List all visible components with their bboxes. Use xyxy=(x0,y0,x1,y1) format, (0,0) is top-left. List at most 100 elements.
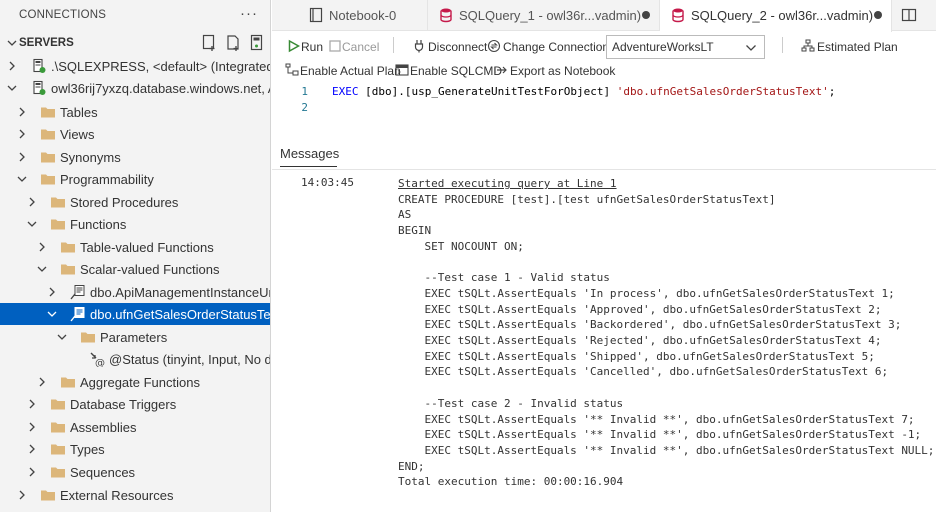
tree-item-programmability[interactable]: Programmability xyxy=(0,168,270,190)
chevron-right-icon xyxy=(19,152,25,162)
unsaved-dot-icon[interactable] xyxy=(642,11,650,19)
cancel-button[interactable]: Cancel xyxy=(328,37,380,57)
cancel-label: Cancel xyxy=(342,40,380,54)
database-select[interactable]: AdventureWorksLT xyxy=(606,35,765,59)
stop-icon xyxy=(329,40,341,52)
chevron-right-icon xyxy=(19,490,25,500)
estimated-plan-label: Estimated Plan xyxy=(817,40,898,54)
tree-item-sqlexpress-server[interactable]: .\SQLEXPRESS, <default> (Integrated) xyxy=(0,55,270,77)
servers-section-header[interactable]: SERVERS xyxy=(0,33,270,55)
estimated-plan-button[interactable]: Estimated Plan xyxy=(801,37,898,57)
tree-item-azure-server[interactable]: owl36rij7yxzq.database.windows.net, A... xyxy=(0,77,271,99)
tree-item-label: Stored Procedures xyxy=(70,195,179,210)
toolbar-divider xyxy=(393,37,394,53)
play-icon xyxy=(288,39,301,53)
chevron-down-icon xyxy=(7,40,17,46)
code-text: ; xyxy=(828,85,836,98)
tree-item-types[interactable]: Types xyxy=(0,438,270,460)
tree-item-label: dbo.ufnGetSalesOrderStatusText xyxy=(90,307,271,322)
chevron-down-icon xyxy=(57,334,67,340)
enable-sqlcmd-label: Enable SQLCMD xyxy=(410,64,503,78)
enable-sqlcmd-button[interactable]: Enable SQLCMD xyxy=(395,61,502,81)
run-button[interactable]: Run xyxy=(287,37,323,57)
tree-item-synonyms[interactable]: Synonyms xyxy=(0,146,270,168)
tree-item-label: Views xyxy=(60,127,95,142)
tree-item-parameters[interactable]: Parameters xyxy=(0,326,270,348)
new-server-group-icon[interactable] xyxy=(249,34,265,52)
tree-item-status-parameter[interactable]: @ @Status (tinyint, Input, No d... xyxy=(0,348,270,370)
tree-item-assemblies[interactable]: Assemblies xyxy=(0,416,270,438)
line-number: 1 xyxy=(301,85,308,98)
tree-item-label: Functions xyxy=(70,217,127,232)
code-text: [dbo].[usp_GenerateUnitTestForObject] xyxy=(358,85,617,98)
tree-item-views[interactable]: Views xyxy=(0,123,270,145)
code-string: 'dbo.ufnGetSalesOrderStatusText' xyxy=(616,85,829,98)
messages-title: Messages xyxy=(280,146,340,161)
tree-item-aggregate-functions[interactable]: Aggregate Functions xyxy=(0,371,270,393)
change-connection-icon xyxy=(487,39,501,53)
database-select-value: AdventureWorksLT xyxy=(612,40,714,54)
folder-icon xyxy=(51,467,65,478)
server-icon xyxy=(33,80,46,95)
disconnect-label: Disconnect xyxy=(428,40,488,54)
enable-actual-plan-button[interactable]: Enable Actual Plan xyxy=(285,61,401,81)
tree-item-scalar-valued-functions[interactable]: Scalar-valued Functions xyxy=(0,258,270,280)
function-icon xyxy=(70,285,85,300)
disconnect-button[interactable]: Disconnect xyxy=(412,37,488,57)
new-query-icon[interactable] xyxy=(201,34,217,52)
tree-item-table-valued-functions[interactable]: Table-valued Functions xyxy=(0,236,270,258)
chevron-right-icon xyxy=(29,467,35,477)
tree-item-ufn-get-sales-order-status-text[interactable]: dbo.ufnGetSalesOrderStatusText xyxy=(0,303,271,325)
export-notebook-button[interactable]: Export as Notebook xyxy=(494,61,615,81)
change-connection-button[interactable]: Change Connection xyxy=(487,37,609,57)
tree-item-stored-procedures[interactable]: Stored Procedures xyxy=(0,191,270,213)
chevron-right-icon xyxy=(39,242,45,252)
tree-item-external-resources[interactable]: External Resources xyxy=(0,484,270,506)
split-editor-icon[interactable] xyxy=(901,7,917,23)
tree-item-label: Assemblies xyxy=(70,420,137,435)
chevron-down-icon xyxy=(47,311,57,317)
folder-icon xyxy=(51,219,65,230)
parameter-icon: @ xyxy=(90,352,105,367)
code-editor[interactable]: 1 2 EXEC [dbo].[usp_GenerateUnitTestForO… xyxy=(272,83,936,133)
connections-title: CONNECTIONS xyxy=(19,9,107,21)
svg-text:@: @ xyxy=(95,358,105,367)
tree-item-database-triggers[interactable]: Database Triggers xyxy=(0,393,270,415)
chevron-down-icon xyxy=(7,85,17,91)
tab-label: Notebook-0 xyxy=(329,8,397,23)
tab-notebook-0[interactable]: Notebook-0 xyxy=(298,0,428,31)
chevron-right-icon xyxy=(9,61,15,71)
chevron-down-icon xyxy=(746,45,756,51)
folder-icon xyxy=(41,107,55,118)
tab-sqlquery-1[interactable]: SQLQuery_1 - owl36r...vadmin) xyxy=(428,0,660,31)
messages-tab[interactable]: Messages xyxy=(280,146,340,167)
chevron-right-icon xyxy=(19,129,25,139)
sqlcmd-icon xyxy=(395,64,409,76)
tree-item-label: owl36rij7yxzq.database.windows.net, A... xyxy=(51,81,271,96)
enable-actual-plan-label: Enable Actual Plan xyxy=(300,64,401,78)
folder-icon xyxy=(81,332,95,343)
tree-item-label: Tables xyxy=(60,105,98,120)
folder-icon xyxy=(61,264,75,275)
tab-bar: Notebook-0 SQLQuery_1 - owl36r...vadmin)… xyxy=(272,0,936,32)
tree-item-tables[interactable]: Tables xyxy=(0,101,270,123)
message-timestamp: 14:03:45 xyxy=(301,176,354,189)
code-keyword: EXEC xyxy=(332,85,359,98)
chevron-right-icon xyxy=(29,422,35,432)
notebook-icon xyxy=(309,7,323,23)
tree-item-functions[interactable]: Functions xyxy=(0,213,270,235)
tree-item-label: Scalar-valued Functions xyxy=(80,262,220,277)
line-number: 2 xyxy=(301,101,308,114)
tree-item-label: Sequences xyxy=(70,465,136,480)
more-actions-button[interactable]: ··· xyxy=(240,5,258,22)
tree-item-api-management-instance-url[interactable]: dbo.ApiManagementInstanceUrl xyxy=(0,281,270,303)
tree-item-sequences[interactable]: Sequences xyxy=(0,461,270,483)
tree-item-label: Programmability xyxy=(60,172,154,187)
code-line[interactable]: EXEC [dbo].[usp_GenerateUnitTestForObjec… xyxy=(332,85,835,98)
new-connection-icon[interactable] xyxy=(225,34,241,52)
tab-sqlquery-2[interactable]: SQLQuery_2 - owl36r...vadmin) xyxy=(660,0,892,32)
unsaved-dot-icon[interactable] xyxy=(874,11,882,19)
started-query-link[interactable]: Started executing query at Line 1 xyxy=(398,177,617,190)
run-label: Run xyxy=(301,40,324,54)
folder-icon xyxy=(51,444,65,455)
